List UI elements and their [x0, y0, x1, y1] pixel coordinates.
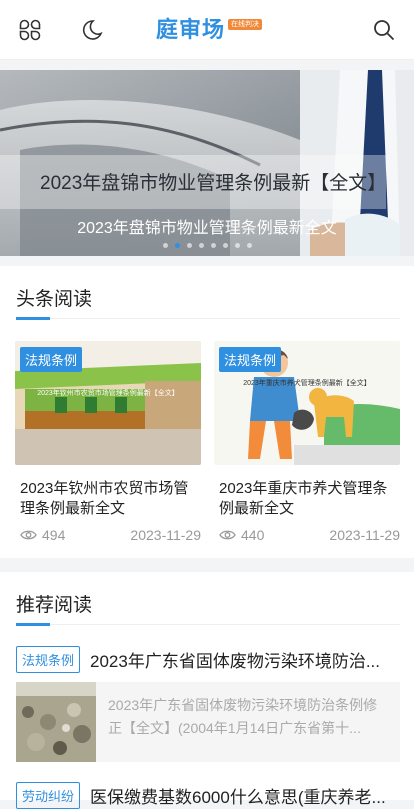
section-divider: [16, 624, 400, 625]
category-tag[interactable]: 法规条例: [16, 646, 81, 673]
publish-date: 2023-11-29: [329, 527, 400, 543]
banner-caption[interactable]: 2023年盘锦市物业管理条例最新全文: [0, 214, 414, 238]
summary-pointer: [103, 716, 110, 728]
category-tag[interactable]: 劳动纠纷: [16, 782, 81, 809]
carousel-dot[interactable]: [246, 243, 252, 248]
recommended-item-2[interactable]: 劳动纠纷 医保缴费基数6000什么意思(重庆养老...: [16, 782, 400, 809]
carousel-dot[interactable]: [222, 243, 228, 248]
waste-image: [16, 682, 96, 762]
recommended-section-title: 推荐阅读: [16, 595, 93, 616]
category-tag[interactable]: 法规条例: [219, 347, 282, 372]
view-count: 440: [219, 527, 264, 543]
section-title-underline: [16, 623, 50, 626]
category-tag[interactable]: 法规条例: [20, 347, 83, 372]
logo-badge: 在线判决: [228, 19, 263, 30]
section-title-underline: [16, 317, 50, 320]
banner-title: 2023年盘锦市物业管理条例最新【全文】: [40, 173, 387, 194]
headlines-section-title: 头条阅读: [16, 289, 93, 310]
headline-meta: 494 2023-11-29: [15, 527, 201, 543]
headline-card-2[interactable]: 2023年重庆市养犬管理条例最新【全文】 法规条例 2023年重庆市养犬管理条例…: [214, 341, 400, 543]
logo-text: 庭审场: [156, 17, 226, 42]
carousel-dot[interactable]: [198, 243, 204, 248]
site-logo[interactable]: 庭审场 在线判决: [156, 14, 263, 46]
recommended-title[interactable]: 医保缴费基数6000什么意思(重庆养老...: [90, 783, 386, 808]
headline-card-1[interactable]: 2023年钦州市农贸市场管理条例最新【全文】 法规条例 2023年钦州市农贸市场…: [15, 341, 201, 543]
recommended-thumbnail: [16, 682, 96, 762]
menu-grid-icon[interactable]: [16, 16, 44, 44]
recommended-summary: 2023年广东省固体废物污染环境防治条例修正【全文】(2004年1月14日广东省…: [108, 697, 378, 736]
view-count-value: 494: [42, 527, 66, 543]
view-count: 494: [20, 527, 65, 543]
view-count-value: 440: [241, 527, 265, 543]
headline-thumbnail: 2023年重庆市养犬管理条例最新【全文】 法规条例: [214, 341, 400, 465]
thumbnail-caption: 2023年重庆市养犬管理条例最新【全文】: [243, 378, 371, 387]
section-divider: [16, 318, 400, 319]
carousel-dot[interactable]: [162, 243, 168, 248]
headline-title[interactable]: 2023年钦州市农贸市场管理条例最新全文: [15, 479, 201, 519]
carousel-dot-active[interactable]: [174, 243, 180, 248]
recommended-item-1[interactable]: 法规条例 2023年广东省固体废物污染环境防治...: [16, 646, 400, 673]
search-icon[interactable]: [370, 16, 398, 44]
headline-title[interactable]: 2023年重庆市养犬管理条例最新全文: [214, 479, 400, 519]
recommended-title[interactable]: 2023年广东省固体废物污染环境防治...: [90, 647, 380, 672]
thumbnail-caption: 2023年钦州市农贸市场管理条例最新【全文】: [37, 388, 179, 397]
headline-thumbnail: 2023年钦州市农贸市场管理条例最新【全文】 法规条例: [15, 341, 201, 465]
headline-meta: 440 2023-11-29: [214, 527, 400, 543]
carousel-dot[interactable]: [234, 243, 240, 248]
carousel-dot[interactable]: [210, 243, 216, 248]
eye-icon: [20, 530, 37, 540]
recommended-summary-card[interactable]: 2023年广东省固体废物污染环境防治条例修正【全文】(2004年1月14日广东省…: [16, 682, 400, 762]
carousel-dot[interactable]: [186, 243, 192, 248]
carousel-indicators: [0, 243, 414, 248]
top-header: 庭审场 在线判决: [0, 0, 414, 60]
moon-icon[interactable]: [78, 16, 106, 44]
eye-icon: [219, 530, 236, 540]
publish-date: 2023-11-29: [130, 527, 201, 543]
